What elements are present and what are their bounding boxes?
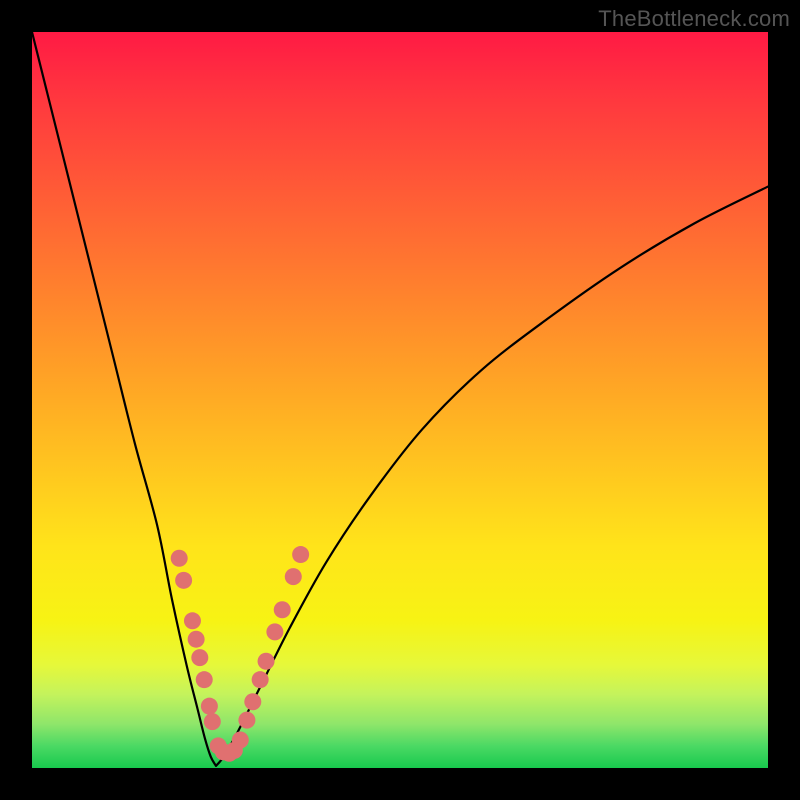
highlight-dot — [238, 712, 255, 729]
right-branch-curve — [216, 187, 768, 766]
highlight-dot — [292, 546, 309, 563]
highlight-dot — [266, 623, 283, 640]
plot-area — [32, 32, 768, 768]
highlight-dot — [188, 631, 205, 648]
highlight-dot — [274, 601, 291, 618]
highlight-dot — [285, 568, 302, 585]
watermark-label: TheBottleneck.com — [598, 6, 790, 32]
highlight-dot — [201, 698, 218, 715]
chart-frame: TheBottleneck.com — [0, 0, 800, 800]
highlight-dot — [175, 572, 192, 589]
left-branch-curve — [32, 32, 216, 766]
chart-svg — [32, 32, 768, 768]
highlight-dot — [232, 732, 249, 749]
highlight-dot — [252, 671, 269, 688]
highlight-dot — [258, 653, 275, 670]
highlight-dot — [204, 713, 221, 730]
highlight-dot — [171, 550, 188, 567]
highlight-dot — [184, 612, 201, 629]
highlight-dot — [191, 649, 208, 666]
highlight-dot — [196, 671, 213, 688]
highlight-dot — [244, 693, 261, 710]
